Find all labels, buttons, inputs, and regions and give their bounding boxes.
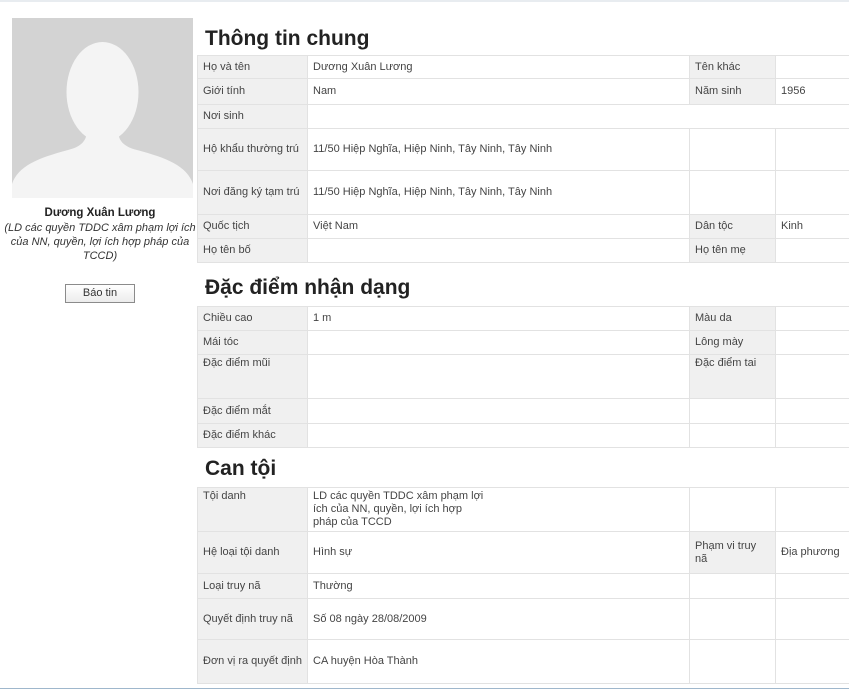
other-label: Đặc điểm khác (197, 423, 308, 448)
eye-label: Đặc điểm mắt (197, 398, 308, 424)
table-row: Họ và tên Dương Xuân Lương Tên khác (197, 55, 849, 79)
birth-year-label: Năm sinh (689, 78, 776, 105)
father-value (307, 238, 690, 263)
section-title-general: Thông tin chung (205, 27, 370, 50)
temporary-address-label: Nơi đăng ký tạm trú (197, 170, 308, 215)
table-row: Đặc điểm mắt (197, 398, 849, 424)
profile-description: (LD các quyền TDDC xâm phạm lợi ích của … (4, 222, 196, 262)
table-row: Chiều cao 1 m Màu da (197, 306, 849, 331)
eyebrow-value (775, 330, 849, 355)
category-value: Hình sự (307, 531, 690, 574)
table-row: Đơn vị ra quyết định CA huyện Hòa Thành (197, 639, 849, 684)
table-row: Họ tên bố Họ tên mẹ (197, 238, 849, 263)
mother-value (775, 238, 849, 263)
table-row: Nơi đăng ký tạm trú 11/50 Hiệp Nghĩa, Hi… (197, 170, 849, 215)
report-button[interactable]: Báo tin (65, 284, 135, 303)
skin-value (775, 306, 849, 331)
nose-label: Đặc điểm mũi (197, 354, 308, 399)
gender-value: Nam (307, 78, 690, 105)
bottom-divider (0, 688, 849, 689)
full-name-value: Dương Xuân Lương (307, 55, 690, 79)
temporary-address-value: 11/50 Hiệp Nghĩa, Hiệp Ninh, Tây Ninh, T… (307, 170, 690, 215)
other-value (307, 423, 690, 448)
top-divider (0, 0, 849, 2)
identification-table: Chiều cao 1 m Màu da Mái tóc Lông mày Đặ… (197, 306, 849, 448)
issuer-value: CA huyện Hòa Thành (307, 639, 690, 684)
ethnicity-value: Kinh (775, 214, 849, 239)
general-info-table: Họ và tên Dương Xuân Lương Tên khác Giới… (197, 55, 849, 263)
permanent-address-value: 11/50 Hiệp Nghĩa, Hiệp Ninh, Tây Ninh, T… (307, 128, 690, 171)
nationality-value: Việt Nam (307, 214, 690, 239)
decision-label: Quyết định truy nã (197, 598, 308, 640)
avatar-placeholder (12, 18, 193, 198)
table-row: Giới tính Nam Năm sinh 1956 (197, 78, 849, 105)
ethnicity-label: Dân tộc (689, 214, 776, 239)
section-title-crime: Can tội (205, 457, 277, 480)
hair-label: Mái tóc (197, 330, 308, 355)
full-name-label: Họ và tên (197, 55, 308, 79)
height-label: Chiều cao (197, 306, 308, 331)
wanted-type-label: Loại truy nã (197, 573, 308, 599)
father-label: Họ tên bố (197, 238, 308, 263)
permanent-address-label: Hộ khẩu thường trú (197, 128, 308, 171)
section-title-identification: Đặc điểm nhận dạng (205, 276, 411, 299)
table-row: Quốc tịch Việt Nam Dân tộc Kinh (197, 214, 849, 239)
table-row: Hệ loại tội danh Hình sự Phạm vi truy nã… (197, 531, 849, 574)
charge-label: Tội danh (197, 487, 308, 532)
table-row: Hộ khẩu thường trú 11/50 Hiệp Nghĩa, Hiệ… (197, 128, 849, 171)
ear-label: Đặc điểm tai (689, 354, 776, 399)
table-row: Đặc điểm mũi Đặc điểm tai (197, 354, 849, 399)
table-row: Quyết định truy nã Số 08 ngày 28/08/2009 (197, 598, 849, 640)
eye-value (307, 398, 690, 424)
crime-table: Tội danh LD các quyền TDDC xâm phạm lợi … (197, 487, 849, 684)
birthplace-label: Nơi sinh (197, 104, 308, 129)
birth-year-value: 1956 (775, 78, 849, 105)
mother-label: Họ tên mẹ (689, 238, 776, 263)
scope-value: Địa phương (775, 531, 849, 574)
ear-value (775, 354, 849, 399)
decision-value: Số 08 ngày 28/08/2009 (307, 598, 690, 640)
table-row: Nơi sinh (197, 104, 849, 129)
height-value: 1 m (307, 306, 690, 331)
alias-value (775, 55, 849, 79)
alias-label: Tên khác (689, 55, 776, 79)
charge-value: LD các quyền TDDC xâm phạm lợi ích của N… (307, 487, 690, 532)
table-row: Tội danh LD các quyền TDDC xâm phạm lợi … (197, 487, 849, 532)
birthplace-value (307, 104, 849, 129)
issuer-label: Đơn vị ra quyết định (197, 639, 308, 684)
person-silhouette-icon (12, 18, 193, 198)
table-row: Loại truy nã Thường (197, 573, 849, 599)
skin-label: Màu da (689, 306, 776, 331)
hair-value (307, 330, 690, 355)
category-label: Hệ loại tội danh (197, 531, 308, 574)
eyebrow-label: Lông mày (689, 330, 776, 355)
scope-label: Phạm vi truy nã (689, 531, 776, 574)
table-row: Mái tóc Lông mày (197, 330, 849, 355)
gender-label: Giới tính (197, 78, 308, 105)
nose-value (307, 354, 690, 399)
wanted-type-value: Thường (307, 573, 690, 599)
profile-name: Dương Xuân Lương (44, 207, 156, 219)
nationality-label: Quốc tịch (197, 214, 308, 239)
table-row: Đặc điểm khác (197, 423, 849, 448)
